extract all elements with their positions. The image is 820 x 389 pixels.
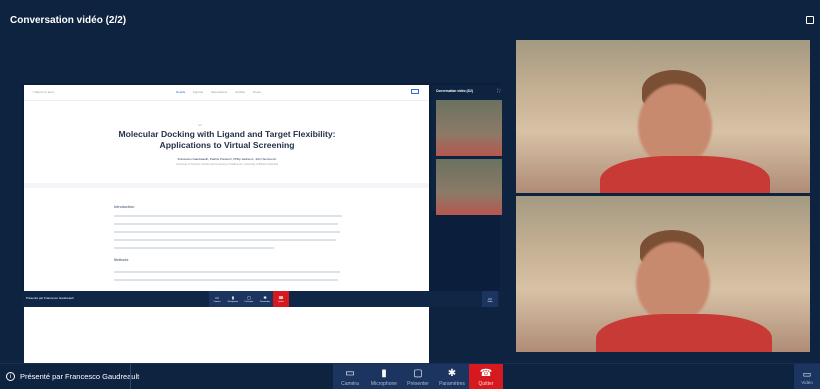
microphone-label: Microphone <box>370 380 398 387</box>
shared-document: < Return to feed Details Figures Discuss… <box>24 85 429 372</box>
microphone-button[interactable]: ▮ Microphone <box>367 364 401 389</box>
doc-tab-notes: Notes <box>253 90 261 94</box>
presenter-text: Présenté par Francesco Gaudreault <box>20 372 140 381</box>
camera-button[interactable]: ▭ Caméra <box>333 364 367 389</box>
flag-icon <box>411 89 419 94</box>
shared-settings-button: ✱ Paramètres <box>257 291 273 307</box>
doc-tab-figures: Figures <box>193 90 204 94</box>
camera-icon: ▭ <box>345 367 355 379</box>
participant-shirt <box>600 156 770 193</box>
shared-microphone-button: ▮ Microphone <box>225 291 241 307</box>
shared-quit-button: ☎ Quitter <box>273 291 289 307</box>
top-bar: Conversation vidéo (2/2) <box>0 0 820 34</box>
gear-icon: ✱ <box>447 367 457 379</box>
doc-affiliation: University of Toronto, Ontario and Unive… <box>176 163 278 166</box>
participant-video-tile[interactable] <box>516 196 810 352</box>
hangup-icon: ☎ <box>278 295 284 300</box>
video-label: Vidéo <box>801 380 813 385</box>
shared-control-bar: Présenté par Francesco Gaudreault ▭ Camér… <box>22 291 500 307</box>
divider <box>130 364 131 389</box>
shared-settings-label: Paramètres <box>259 301 271 303</box>
participant-face <box>636 242 710 324</box>
shared-present-button: ▢ Présenter <box>241 291 257 307</box>
call-controls: ▭ Caméra ▮ Microphone ▢ Présenter ✱ Para… <box>333 364 503 389</box>
doc-title: Molecular Docking with Ligand and Target… <box>118 129 336 150</box>
shared-video-label: Vidéo <box>487 300 493 303</box>
doc-separator <box>24 183 429 188</box>
gear-icon: ✱ <box>263 295 267 300</box>
microphone-icon: ▮ <box>381 367 387 379</box>
control-bar: i Présenté par Francesco Gaudreault ▭ Ca… <box>0 363 820 389</box>
quit-button[interactable]: ☎ Quitter <box>469 364 503 389</box>
doc-text-line <box>114 223 338 225</box>
doc-tab-details: Details <box>176 90 186 94</box>
camera-label: Caméra <box>341 380 359 387</box>
shared-microphone-label: Microphone <box>227 301 239 303</box>
shared-present-label: Présenter <box>244 301 254 303</box>
doc-section-heading: Introduction <box>114 205 135 209</box>
present-label: Présenter <box>407 380 429 387</box>
doc-tabs: Details Figures Discussions Articles Not… <box>176 90 261 94</box>
info-icon: i <box>6 372 15 381</box>
shared-video-button: ▭ Vidéo <box>482 291 498 307</box>
doc-tab-discussions: Discussions <box>211 90 228 94</box>
settings-label: Paramètres <box>439 380 465 387</box>
doc-authors: Francesco Gaudreault¹, Patrick Poisson²,… <box>177 157 277 161</box>
present-button[interactable]: ▢ Présenter <box>401 364 435 389</box>
mini-conversation-title: Conversation vidéo (2/2) <box>436 89 474 93</box>
shared-presenter-label: Présenté par Francesco Gaudreault <box>26 296 74 300</box>
window-title: Conversation vidéo (2/2) <box>10 15 127 26</box>
presenter-label[interactable]: i Présenté par Francesco Gaudreault <box>6 372 139 381</box>
doc-section-heading: Methods <box>114 258 129 262</box>
mini-participant-tile <box>436 100 502 156</box>
shared-camera-label: Caméra <box>213 301 221 303</box>
doc-text-line <box>114 215 342 217</box>
video-icon: ▭ <box>802 369 812 379</box>
doc-text-line <box>114 271 340 273</box>
doc-text-line <box>114 231 340 233</box>
shared-buttons: ▭ Caméra ▮ Microphone ▢ Présenter ✱ Paramètr… <box>209 291 289 307</box>
shared-camera-button: ▭ Caméra <box>209 291 225 307</box>
participant-video-tile[interactable] <box>516 40 810 193</box>
hangup-icon: ☎ <box>479 367 493 379</box>
doc-text-line <box>114 247 274 249</box>
mini-conversation: Conversation vidéo (2/2) ⛶ <box>431 85 503 215</box>
expand-icon[interactable] <box>806 16 814 24</box>
doc-text-line <box>114 279 338 281</box>
doc-back-link: < Return to feed <box>32 90 54 94</box>
mini-expand-icon: ⛶ <box>497 88 500 93</box>
quit-label: Quitter <box>478 380 494 387</box>
doc-header: < Return to feed Details Figures Discuss… <box>24 85 429 101</box>
doc-kicker: ref <box>198 123 202 127</box>
microphone-icon: ▮ <box>231 295 235 300</box>
doc-text-line <box>114 239 336 241</box>
camera-icon: ▭ <box>215 295 219 300</box>
mini-participant-tile <box>436 159 502 215</box>
settings-button[interactable]: ✱ Paramètres <box>435 364 469 389</box>
shared-quit-label: Quitter <box>277 301 284 303</box>
video-button[interactable]: ▭ Vidéo <box>794 364 820 389</box>
doc-tab-articles: Articles <box>235 90 246 94</box>
shared-screen: < Return to feed Details Figures Discuss… <box>22 83 503 372</box>
participant-shirt <box>596 314 772 352</box>
present-icon: ▢ <box>413 367 423 379</box>
present-icon: ▢ <box>247 295 251 300</box>
